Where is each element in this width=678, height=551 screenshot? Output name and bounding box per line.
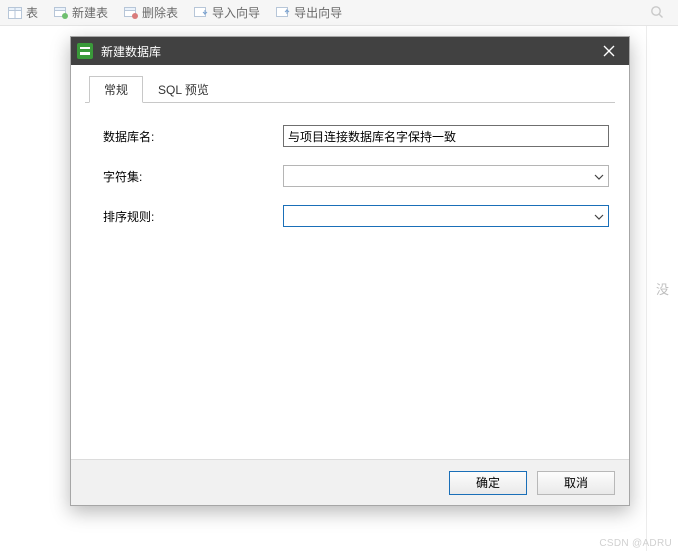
- dialog-titlebar: 新建数据库: [71, 37, 629, 65]
- row-db-name: 数据库名:: [103, 125, 609, 147]
- tab-label: SQL 预览: [158, 83, 209, 97]
- new-table-icon: [54, 7, 68, 19]
- right-sidebar: 没: [646, 26, 678, 551]
- close-icon: [603, 45, 615, 57]
- watermark: CSDN @ADRU: [599, 538, 672, 549]
- toolbar-import-wizard[interactable]: 导入向导: [186, 0, 268, 25]
- label-db-name: 数据库名:: [103, 128, 283, 145]
- table-icon: [8, 7, 22, 19]
- toolbar-table[interactable]: 表: [0, 0, 46, 25]
- export-icon: [276, 7, 290, 19]
- toolbar-export-wizard[interactable]: 导出向导: [268, 0, 350, 25]
- tab-label: 常规: [104, 83, 128, 97]
- right-sidebar-hint: 没: [656, 279, 669, 298]
- input-db-name[interactable]: [283, 125, 609, 147]
- toolbar-label: 导入向导: [212, 4, 260, 21]
- toolbar-label: 导出向导: [294, 4, 342, 21]
- delete-table-icon: [124, 7, 138, 19]
- toolbar-new-table[interactable]: 新建表: [46, 0, 116, 25]
- main-toolbar: 表 新建表 删除表 导入向导 导出向导: [0, 0, 678, 26]
- row-collation: 排序规则:: [103, 205, 609, 227]
- dialog-body: 常规 SQL 预览 数据库名: 字符集: 排序: [71, 65, 629, 505]
- tab-sql-preview[interactable]: SQL 预览: [143, 76, 224, 103]
- tab-general[interactable]: 常规: [89, 76, 143, 103]
- select-collation[interactable]: [283, 205, 609, 227]
- toolbar-label: 删除表: [142, 4, 178, 21]
- tab-strip: 常规 SQL 预览: [89, 77, 615, 103]
- label-collation: 排序规则:: [103, 208, 283, 225]
- new-database-dialog: 新建数据库 常规 SQL 预览 数据库名: 字符集:: [70, 36, 630, 506]
- label-charset: 字符集:: [103, 168, 283, 185]
- cancel-button[interactable]: 取消: [537, 471, 615, 495]
- import-icon: [194, 7, 208, 19]
- database-app-icon: [77, 43, 93, 59]
- toolbar-label: 新建表: [72, 4, 108, 21]
- ok-button[interactable]: 确定: [449, 471, 527, 495]
- select-charset[interactable]: [283, 165, 609, 187]
- dialog-footer: 确定 取消: [71, 459, 629, 505]
- toolbar-delete-table[interactable]: 删除表: [116, 0, 186, 25]
- close-button[interactable]: [589, 37, 629, 65]
- dialog-title: 新建数据库: [101, 43, 161, 60]
- row-charset: 字符集:: [103, 165, 609, 187]
- form-area: 数据库名: 字符集: 排序规则:: [85, 103, 615, 245]
- search-icon[interactable]: [650, 5, 664, 22]
- toolbar-label: 表: [26, 4, 38, 21]
- chevron-down-icon: [594, 209, 604, 223]
- chevron-down-icon: [594, 169, 604, 183]
